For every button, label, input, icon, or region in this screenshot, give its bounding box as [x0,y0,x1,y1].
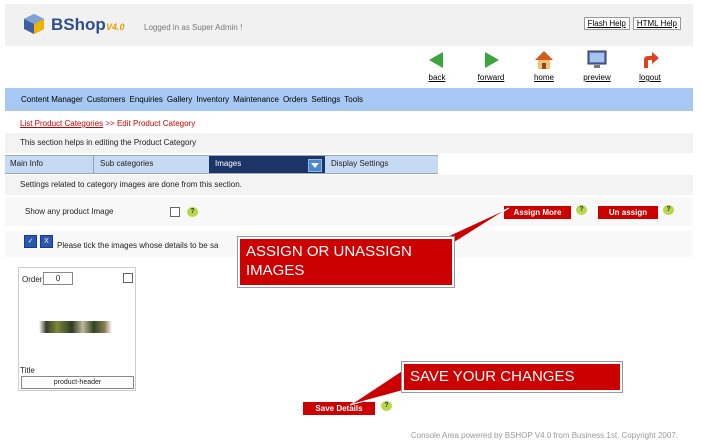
home-button[interactable]: home [523,50,565,82]
unassign-help-icon[interactable]: ? [663,205,674,215]
breadcrumb-list-link[interactable]: List Product Categories [20,119,103,128]
logout-button[interactable]: logout [629,50,671,82]
menu-item-enquiries[interactable]: Enquiries [130,95,163,104]
check-all-button[interactable]: ✓ [24,235,37,248]
chevron-down-icon [311,163,319,168]
home-label: home [533,73,554,82]
home-icon [535,51,553,69]
preview-button[interactable]: preview [576,50,618,82]
image-select-checkbox[interactable] [123,273,133,283]
header-bar: BShop V4.0 Logged in as Super Admin ! Fl… [5,4,693,46]
section-description: This section helps in editing the Produc… [20,138,197,147]
tab-display-settings[interactable]: Display Settings [331,159,388,168]
assign-more-button[interactable]: Assign More [504,206,571,219]
breadcrumb-current: Edit Product Category [116,119,196,128]
order-label: Order [22,275,43,284]
forward-label: forward [477,73,505,82]
save-help-icon[interactable]: ? [381,401,392,411]
uncheck-all-button[interactable]: X [40,235,53,248]
show-image-checkbox[interactable] [170,207,180,217]
unassign-button[interactable]: Un assign [598,206,658,219]
logout-arrow-icon [644,52,659,68]
assign-callout: ASSIGN OR UNASSIGN IMAGES [237,236,455,288]
menu-item-tools[interactable]: Tools [344,95,363,104]
menu-item-orders[interactable]: Orders [283,95,307,104]
main-menu: Content Manager Customers Enquiries Gall… [5,88,693,111]
tab-dropdown-button[interactable] [308,159,322,172]
show-image-label: Show any product Image [25,207,114,216]
save-details-button[interactable]: Save Details [303,402,375,415]
flash-help-link[interactable]: Flash Help [583,17,630,30]
back-arrow-icon [429,52,443,68]
forward-arrow-icon [485,52,499,68]
nav-toolbar: back forward home preview logout [5,46,693,88]
menu-item-inventory[interactable]: Inventory [196,95,229,104]
assign-help-icon[interactable]: ? [576,205,587,215]
info-text: Settings related to category images are … [20,180,242,189]
back-label: back [428,73,446,82]
section-description-row: This section helps in editing the Produc… [5,133,693,153]
tab-divider [93,156,94,173]
tab-sub-categories[interactable]: Sub categories [100,159,153,168]
logged-in-text: Logged in as Super Admin ! [144,23,243,32]
app-version: V4.0 [106,22,125,32]
app-name: BShop [51,15,106,34]
menu-item-settings[interactable]: Settings [311,95,340,104]
breadcrumb: List Product Categories >> Edit Product … [20,119,195,128]
title-label: Title [20,366,35,375]
title-input[interactable]: product-header [21,376,134,389]
html-help-link[interactable]: HTML Help [632,17,681,30]
console-frame: BShop V4.0 Logged in as Super Admin ! Fl… [5,4,693,443]
tab-main-info[interactable]: Main Info [10,159,43,168]
menu-item-maintenance[interactable]: Maintenance [233,95,279,104]
info-row: Settings related to category images are … [5,175,693,195]
preview-monitor-icon [587,50,607,68]
tab-bar: Main Info Sub categories Images Display … [5,155,438,174]
tick-instruction: Please tick the images whose details to … [57,241,219,250]
order-input[interactable]: 0 [43,272,73,285]
menu-item-content-manager[interactable]: Content Manager [21,95,83,104]
forward-button[interactable]: forward [470,50,512,82]
save-callout: SAVE YOUR CHANGES [401,361,623,393]
menu-item-customers[interactable]: Customers [87,95,126,104]
help-links: Flash Help HTML Help [583,17,681,30]
bshop-logo-icon [24,14,44,34]
breadcrumb-separator: >> [103,119,117,128]
footer-copyright: Console Area powered by BSHOP V4.0 from … [410,431,678,440]
menu-item-gallery[interactable]: Gallery [167,95,192,104]
back-button[interactable]: back [416,50,458,82]
tab-images-label: Images [215,159,242,168]
help-icon[interactable]: ? [187,207,198,217]
logout-label: logout [639,73,661,82]
preview-label: preview [583,73,611,82]
image-thumbnail [39,321,112,333]
image-card: Order 0 Title product-header [18,267,136,391]
tab-images[interactable]: Images [209,156,325,173]
